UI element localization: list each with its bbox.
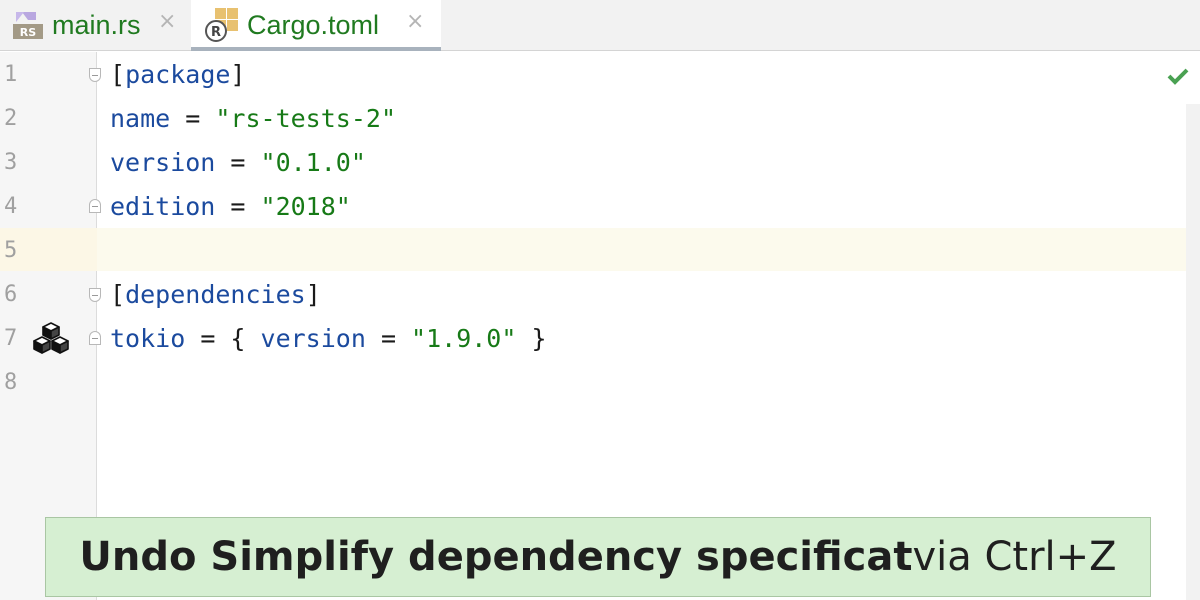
action-banner: Undo Simplify dependency specificat via …	[45, 517, 1151, 597]
code-text: [package]	[110, 53, 245, 97]
cargo-file-icon: R	[205, 8, 238, 42]
toml-string: "rs-tests-2"	[215, 104, 396, 133]
toml-string: "0.1.0"	[260, 148, 366, 177]
code-text: tokio = { version = "1.9.0" }	[110, 317, 547, 361]
line-number: 5	[4, 238, 18, 263]
banner-shortcut: via Ctrl+Z	[912, 534, 1117, 580]
toml-key: package	[125, 60, 231, 89]
tab-label: main.rs	[52, 10, 141, 40]
fold-marker[interactable]	[89, 288, 101, 302]
tab-cargo-toml[interactable]: R Cargo.toml ×	[191, 0, 441, 51]
code-line[interactable]: 3 version = "0.1.0"	[0, 141, 1186, 185]
code-text: edition = "2018"	[110, 185, 351, 229]
crates-icon[interactable]	[33, 322, 69, 354]
punctuation: = {	[185, 324, 261, 353]
punctuation: [	[110, 280, 126, 309]
line-number: 3	[4, 150, 18, 175]
punctuation: =	[215, 192, 261, 221]
code-text: name = "rs-tests-2"	[110, 97, 396, 141]
code-text: version = "0.1.0"	[110, 141, 366, 185]
fold-marker[interactable]	[89, 68, 101, 82]
editor-tab-bar: RS main.rs × R Cargo.toml ×	[0, 0, 1200, 51]
code-line[interactable]: 7 tokio = { version = "1.9.0" }	[0, 317, 1186, 361]
fold-marker[interactable]	[89, 331, 101, 345]
punctuation: =	[365, 324, 412, 353]
toml-string: "1.9.0"	[411, 324, 517, 353]
code-line[interactable]: 5	[0, 229, 1186, 273]
toml-key: dependencies	[125, 280, 306, 309]
line-number: 7	[4, 326, 18, 351]
punctuation: =	[215, 148, 261, 177]
code-line[interactable]: 1 [package]	[0, 53, 1186, 97]
line-number: 8	[4, 370, 18, 395]
line-number: 1	[4, 62, 18, 87]
vertical-scrollbar[interactable]	[1186, 104, 1200, 600]
punctuation: =	[170, 104, 216, 133]
code-line[interactable]: 6 [dependencies]	[0, 273, 1186, 317]
banner-action: Undo Simplify dependency specificat	[79, 534, 913, 580]
tab-main-rs[interactable]: RS main.rs ×	[0, 0, 190, 51]
fold-marker[interactable]	[89, 199, 101, 213]
code-line[interactable]: 2 name = "rs-tests-2"	[0, 97, 1186, 141]
close-icon[interactable]: ×	[158, 9, 176, 34]
punctuation: ]	[230, 60, 246, 89]
rust-file-icon: RS	[13, 12, 43, 39]
code-line[interactable]: 8	[0, 361, 1186, 405]
svg-text:RS: RS	[20, 26, 36, 39]
line-number: 2	[4, 106, 18, 131]
toml-key: tokio	[110, 324, 186, 353]
line-number: 6	[4, 282, 18, 307]
toml-key: version	[260, 324, 366, 353]
punctuation: ]	[305, 280, 321, 309]
svg-text:R: R	[211, 25, 221, 40]
punctuation: [	[110, 60, 126, 89]
code-line[interactable]: 4 edition = "2018"	[0, 185, 1186, 229]
tab-label: Cargo.toml	[247, 10, 380, 40]
toml-key: name	[110, 104, 171, 133]
toml-key: edition	[110, 192, 216, 221]
punctuation: }	[516, 324, 547, 353]
line-number: 4	[4, 194, 18, 219]
toml-string: "2018"	[260, 192, 351, 221]
toml-key: version	[110, 148, 216, 177]
inspection-ok-icon[interactable]	[1166, 64, 1190, 88]
close-icon[interactable]: ×	[406, 9, 424, 34]
code-text: [dependencies]	[110, 273, 321, 317]
